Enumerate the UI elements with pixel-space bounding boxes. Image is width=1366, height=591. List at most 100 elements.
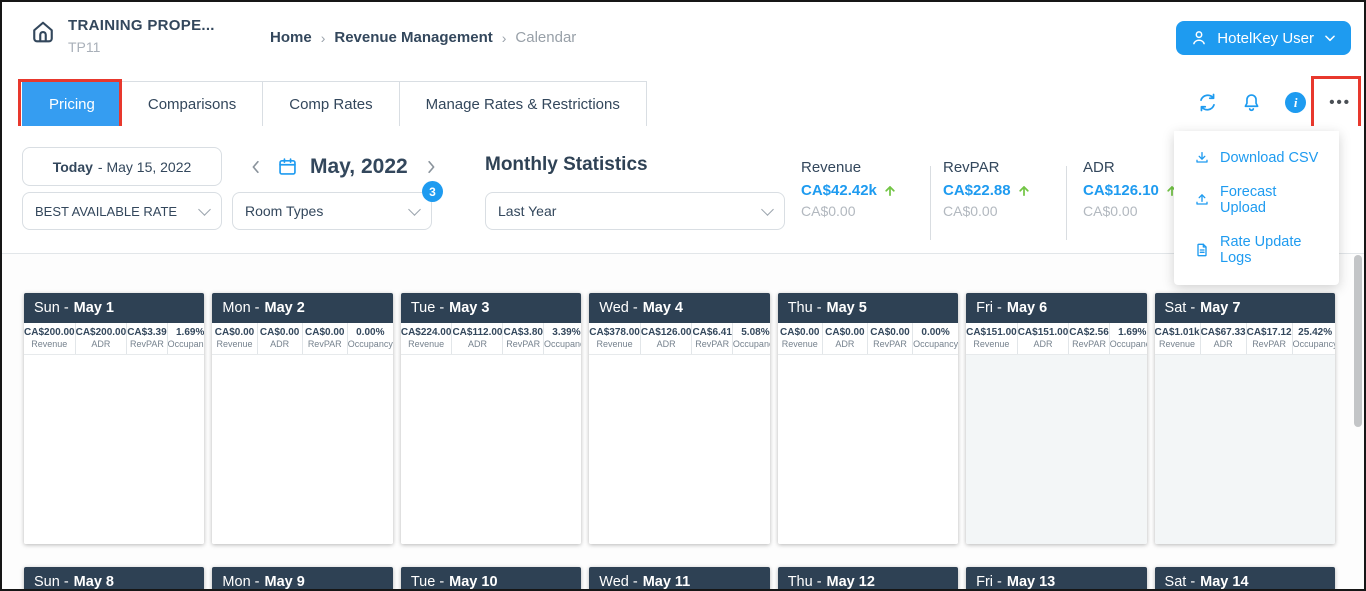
today-button[interactable]: Today - May 15, 2022 — [22, 147, 222, 186]
day-of-week: Thu - — [788, 574, 822, 590]
day-cell-header: Wed -May 11 — [589, 567, 769, 591]
day-cell-header: Mon -May 2 — [212, 293, 392, 323]
day-of-week: Mon - — [222, 300, 259, 316]
day-of-week: Sun - — [34, 300, 69, 316]
day-cell-body[interactable] — [1155, 355, 1335, 544]
comparison-period-value: Last Year — [498, 203, 556, 219]
day-cell-may-2[interactable]: Mon -May 2 CA$0.00Revenue CA$0.00ADR CA$… — [212, 293, 392, 544]
vertical-scrollbar[interactable] — [1354, 255, 1362, 427]
home-icon — [28, 17, 58, 55]
day-cell-may-12[interactable]: Thu - May 12 — [778, 567, 958, 591]
metric-value: CA$67.33 — [1201, 327, 1246, 340]
breadcrumb-calendar: Calendar — [515, 29, 576, 46]
day-cell-body[interactable] — [24, 355, 204, 544]
current-month-label[interactable]: May, 2022 — [310, 155, 408, 179]
day-cell-stats: CA$378.00Revenue CA$126.00ADR CA$6.41Rev… — [589, 323, 769, 355]
menu-item-rate-update-logs[interactable]: Rate Update Logs — [1174, 225, 1339, 275]
more-options-button[interactable]: ••• — [1329, 94, 1351, 111]
breadcrumb-home[interactable]: Home — [270, 29, 312, 46]
day-date: May 13 — [1007, 574, 1055, 590]
month-navigator: May, 2022 — [245, 147, 442, 186]
metric-label: ADR — [1033, 339, 1052, 350]
day-cell-may-13[interactable]: Fri - May 13 — [966, 567, 1146, 591]
trend-up-icon — [883, 183, 897, 198]
metric-label: Revenue — [408, 339, 444, 350]
breadcrumb: Home › Revenue Management › Calendar — [270, 29, 576, 46]
day-cell-may-11[interactable]: Wed -May 11 — [589, 567, 769, 591]
metric-value: CA$17.12 — [1247, 327, 1292, 340]
day-of-week: Tue - — [411, 574, 444, 590]
day-cell-may-9[interactable]: Mon -May 9 — [212, 567, 392, 591]
menu-item-download-csv[interactable]: Download CSV — [1174, 141, 1339, 175]
property-name: TRAINING PROPE... — [68, 17, 215, 35]
next-month-icon[interactable] — [420, 156, 442, 178]
metric-value: CA$0.00 — [260, 327, 299, 340]
info-icon[interactable]: i — [1285, 92, 1306, 113]
metric-label: Occupancy — [1110, 339, 1147, 350]
breadcrumb-revenue-management[interactable]: Revenue Management — [334, 29, 492, 46]
day-cell-body[interactable] — [401, 355, 581, 544]
day-date: May 1 — [74, 300, 114, 316]
day-cell-header: Tue -May 10 — [401, 567, 581, 591]
stat-divider — [1066, 166, 1067, 240]
day-date: May 4 — [643, 300, 683, 316]
day-cell-may-7[interactable]: Sat -May 7 CA$1.01kRevenue CA$67.33ADR C… — [1155, 293, 1335, 544]
day-cell-stats: CA$200.00Revenue CA$200.00ADR CA$3.39Rev… — [24, 323, 204, 355]
tab-pricing[interactable]: Pricing — [22, 81, 122, 127]
day-cell-may-1[interactable]: Sun - May 1 CA$200.00Revenue CA$200.00ADR… — [24, 293, 204, 544]
metric-value: CA$0.00 — [305, 327, 344, 340]
tab-comp-rates[interactable]: Comp Rates — [263, 81, 399, 127]
metric-label: Revenue — [31, 339, 67, 350]
day-date: May 12 — [827, 574, 875, 590]
day-cell-may-5[interactable]: Thu -May 5 CA$0.00Revenue CA$0.00ADR CA$… — [778, 293, 958, 544]
day-cell-may-6[interactable]: Fri -May 6 CA$151.00Revenue CA$151.00ADR… — [966, 293, 1146, 544]
day-cell-body[interactable] — [778, 355, 958, 544]
day-cell-header: Tue -May 3 — [401, 293, 581, 323]
tab-comparisons[interactable]: Comparisons — [122, 81, 263, 127]
user-name-label: HotelKey User — [1217, 30, 1314, 47]
metric-label: ADR — [1214, 339, 1233, 350]
day-of-week: Wed - — [599, 574, 637, 590]
rate-plan-select[interactable]: BEST AVAILABLE RATE — [22, 192, 222, 230]
room-types-value: Room Types — [245, 203, 323, 219]
day-cell-may-3[interactable]: Tue -May 3 CA$224.00Revenue CA$112.00ADR… — [401, 293, 581, 544]
metric-label: Revenue — [782, 339, 818, 350]
chevron-down-icon — [198, 203, 211, 216]
user-menu-button[interactable]: HotelKey User — [1176, 21, 1351, 55]
refresh-icon[interactable] — [1197, 92, 1218, 113]
day-cell-body[interactable] — [966, 355, 1146, 544]
day-cell-may-8[interactable]: Sun -May 8 — [24, 567, 204, 591]
previous-month-icon[interactable] — [245, 156, 267, 178]
metric-value: 0.00% — [356, 327, 384, 340]
day-cell-header: Fri - May 13 — [966, 567, 1146, 591]
day-of-week: Sat - — [1165, 300, 1196, 316]
metric-value: CA$200.00 — [24, 327, 75, 340]
metric-value: CA$1.01k — [1155, 327, 1200, 340]
day-cell-header: Thu - May 12 — [778, 567, 958, 591]
day-cell-body[interactable] — [212, 355, 392, 544]
day-of-week: Wed - — [599, 300, 637, 316]
menu-item-forecast-upload[interactable]: Forecast Upload — [1174, 175, 1339, 225]
day-of-week: Tue - — [411, 300, 444, 316]
tab-manage-rates-restrictions[interactable]: Manage Rates & Restrictions — [400, 81, 647, 127]
day-of-week: Fri - — [976, 574, 1002, 590]
day-of-week: Sun - — [34, 574, 69, 590]
metric-label: RevPAR — [873, 339, 907, 350]
day-cell-body[interactable] — [589, 355, 769, 544]
stat-comparison: CA$0.00 — [943, 203, 1068, 219]
comparison-period-select[interactable]: Last Year — [485, 192, 785, 230]
notifications-bell-icon[interactable] — [1241, 92, 1262, 113]
metric-label: RevPAR — [695, 339, 729, 350]
day-cell-may-10[interactable]: Tue -May 10 — [401, 567, 581, 591]
day-cell-stats: CA$0.00Revenue CA$0.00ADR CA$0.00RevPAR … — [778, 323, 958, 355]
metric-label: ADR — [270, 339, 289, 350]
metric-value: CA$6.41 — [692, 327, 731, 340]
day-cell-header: Sun - May 1 — [24, 293, 204, 323]
day-cell-may-14[interactable]: Sat -May 14 — [1155, 567, 1335, 591]
calendar-week-row: Sun -May 8 Mon -May 9 Tue -May 10 Wed -M… — [24, 567, 1335, 591]
metric-label: Occupancy — [1293, 339, 1335, 350]
metric-label: RevPAR — [1252, 339, 1286, 350]
room-types-select[interactable]: Room Types — [232, 192, 432, 230]
day-cell-may-4[interactable]: Wed - May 4 CA$378.00Revenue CA$126.00ADR… — [589, 293, 769, 544]
property-brand[interactable]: TRAINING PROPE... TP11 — [28, 17, 215, 55]
